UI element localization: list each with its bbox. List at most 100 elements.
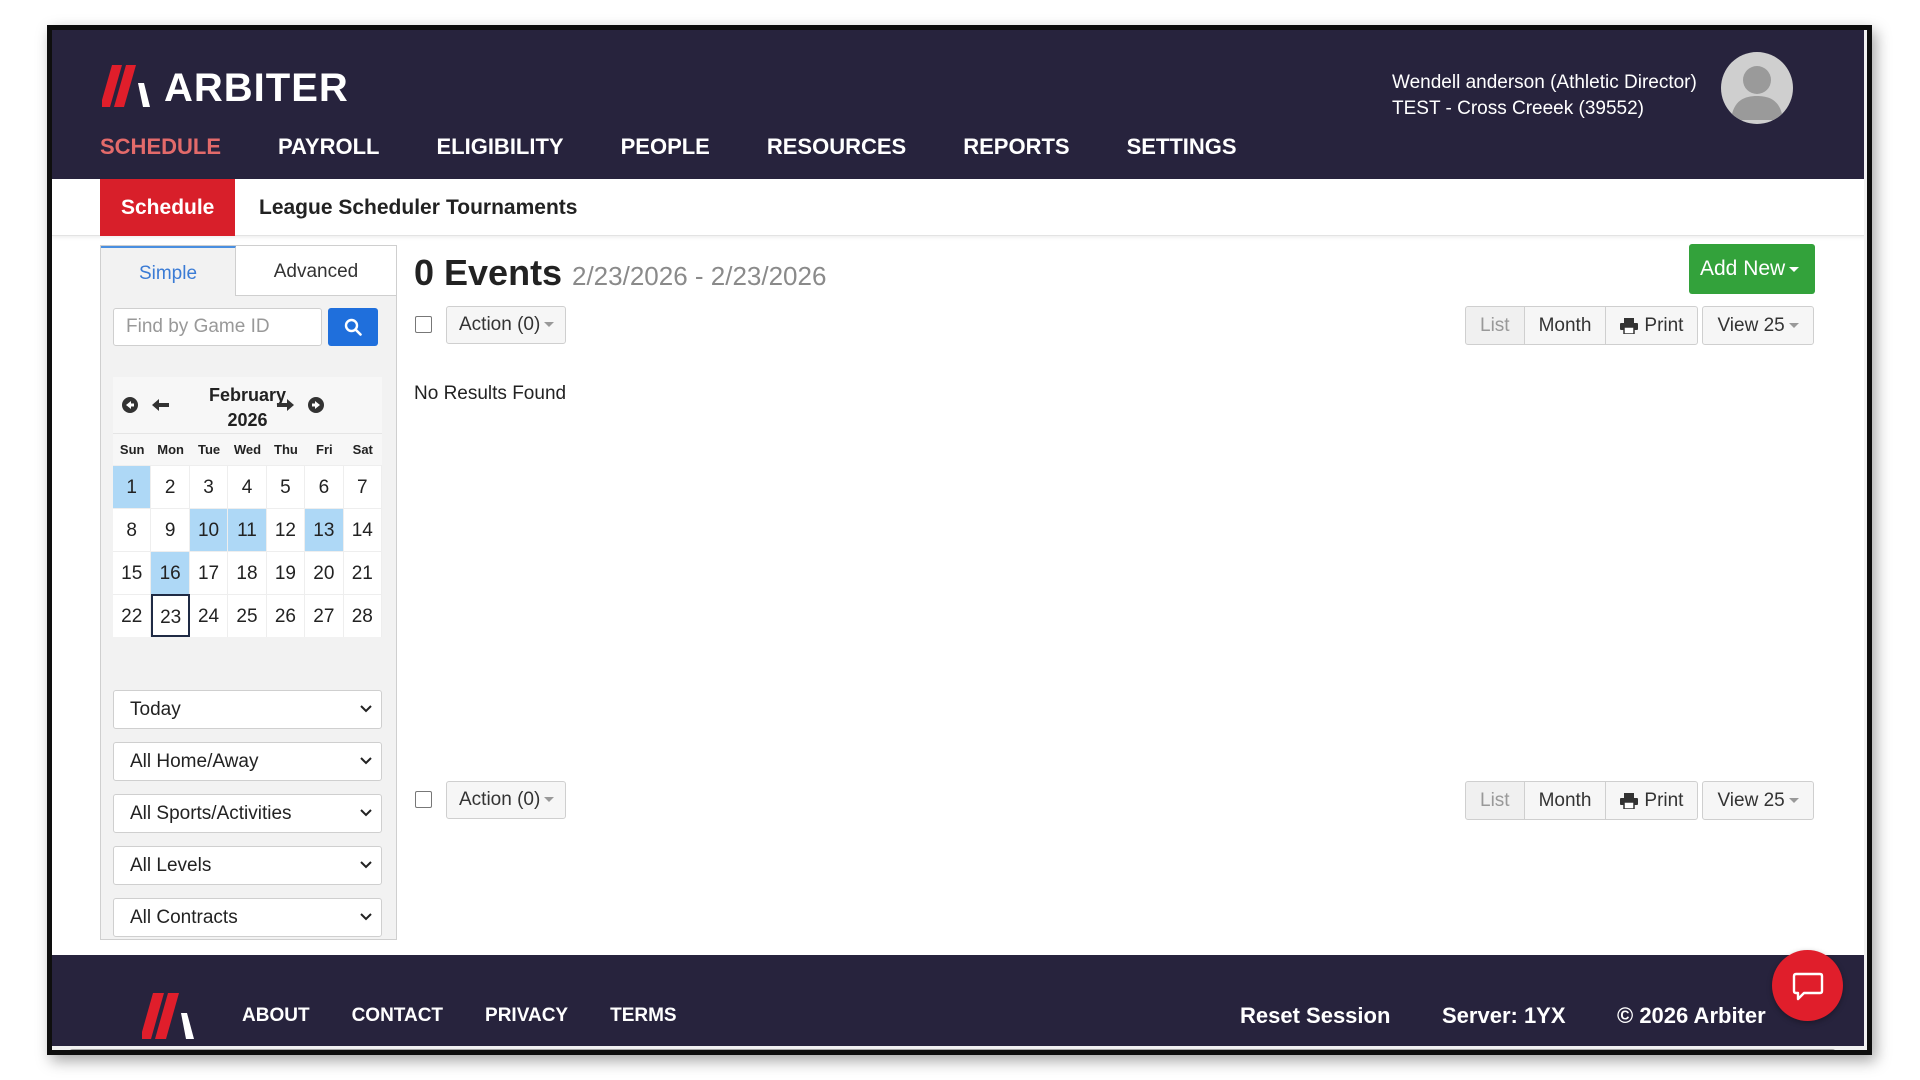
tab-advanced[interactable]: Advanced bbox=[236, 246, 396, 296]
footer-privacy-link[interactable]: PRIVACY bbox=[485, 1005, 568, 1027]
next-month-button[interactable] bbox=[271, 391, 299, 419]
calendar-day[interactable]: 27 bbox=[305, 594, 344, 637]
action-label: Action (0) bbox=[459, 789, 541, 810]
mini-calendar: February 2026 Sun Mon Tue Wed Thu Fri Sat 1 bbox=[113, 377, 382, 637]
action-dropdown-button[interactable]: Action (0) bbox=[446, 306, 566, 344]
horizontal-scrollbar[interactable] bbox=[52, 1046, 1864, 1050]
month-view-button[interactable]: Month bbox=[1523, 306, 1607, 345]
calendar-day[interactable]: 18 bbox=[228, 551, 267, 594]
calendar-year: 2026 bbox=[227, 410, 268, 430]
calendar-day[interactable]: 9 bbox=[151, 508, 190, 551]
copyright: © 2026 Arbiter bbox=[1617, 1003, 1766, 1028]
calendar-dow-label: Mon bbox=[151, 433, 190, 465]
calendar-day[interactable]: 10 bbox=[189, 508, 229, 551]
calendar-day[interactable]: 15 bbox=[113, 551, 152, 594]
calendar-day[interactable]: 8 bbox=[113, 508, 152, 551]
calendar-dow-label: Thu bbox=[266, 433, 306, 465]
arbiter-mark-icon bbox=[102, 64, 150, 107]
calendar-day[interactable]: 16 bbox=[151, 551, 190, 594]
view-toolbar-bottom: List Month Print View 25 bbox=[1465, 781, 1814, 820]
arbiter-mark-icon bbox=[142, 993, 194, 1039]
print-button[interactable]: Print bbox=[1605, 306, 1699, 345]
month-view-button[interactable]: Month bbox=[1523, 781, 1607, 820]
sports-value: All Sports/Activities bbox=[130, 803, 292, 824]
calendar-day[interactable]: 1 bbox=[113, 465, 152, 508]
calendar-day[interactable]: 14 bbox=[343, 508, 382, 551]
page-size-button[interactable]: View 25 bbox=[1702, 781, 1814, 820]
tab-tournaments[interactable]: Tournaments bbox=[425, 179, 598, 236]
calendar-day[interactable]: 5 bbox=[266, 465, 306, 508]
levels-select[interactable]: All Levels bbox=[113, 846, 382, 885]
print-button[interactable]: Print bbox=[1605, 781, 1699, 820]
calendar-day[interactable]: 23 bbox=[151, 594, 190, 637]
date-range-value: Today bbox=[130, 699, 181, 720]
calendar-day[interactable]: 26 bbox=[266, 594, 306, 637]
user-info[interactable]: Wendell anderson (Athletic Director) TES… bbox=[1392, 70, 1697, 122]
user-name: Wendell anderson (Athletic Director) bbox=[1392, 72, 1697, 93]
nav-resources[interactable]: RESOURCES bbox=[767, 134, 906, 160]
footer-links: ABOUT CONTACT PRIVACY TERMS bbox=[242, 1005, 719, 1027]
game-id-search-input[interactable] bbox=[113, 308, 322, 346]
calendar-day[interactable]: 11 bbox=[228, 508, 267, 551]
page-size-label: View 25 bbox=[1717, 315, 1785, 336]
contracts-value: All Contracts bbox=[130, 907, 238, 928]
calendar-day[interactable]: 20 bbox=[305, 551, 344, 594]
calendar-day[interactable]: 24 bbox=[189, 594, 229, 637]
action-dropdown-button-bottom[interactable]: Action (0) bbox=[446, 781, 566, 819]
print-label: Print bbox=[1644, 790, 1684, 811]
calendar-day[interactable]: 7 bbox=[343, 465, 382, 508]
nav-payroll[interactable]: PAYROLL bbox=[278, 134, 379, 160]
contracts-select[interactable]: All Contracts bbox=[113, 898, 382, 937]
chevron-down-icon bbox=[360, 809, 372, 817]
list-view-button[interactable]: List bbox=[1465, 306, 1525, 345]
footer-about-link[interactable]: ABOUT bbox=[242, 1005, 310, 1027]
vertical-scroll-thumb[interactable] bbox=[1867, 48, 1872, 1013]
tab-simple[interactable]: Simple bbox=[101, 246, 236, 296]
calendar-day[interactable]: 4 bbox=[228, 465, 267, 508]
list-view-button[interactable]: List bbox=[1465, 781, 1525, 820]
add-new-label: Add New bbox=[1700, 257, 1786, 280]
sports-select[interactable]: All Sports/Activities bbox=[113, 794, 382, 833]
horizontal-scroll-thumb[interactable] bbox=[69, 1049, 1836, 1050]
nav-people[interactable]: PEOPLE bbox=[621, 134, 710, 160]
date-range-select[interactable]: Today bbox=[113, 690, 382, 729]
search-button[interactable] bbox=[328, 308, 378, 346]
print-label: Print bbox=[1644, 315, 1684, 336]
vertical-scrollbar[interactable] bbox=[1864, 30, 1872, 1050]
server-label: Server: 1YX bbox=[1442, 1003, 1566, 1028]
caret-down-icon bbox=[544, 797, 555, 803]
calendar-day[interactable]: 25 bbox=[228, 594, 267, 637]
add-new-button[interactable]: Add New bbox=[1689, 244, 1815, 294]
footer-terms-link[interactable]: TERMS bbox=[610, 1005, 677, 1027]
calendar-day[interactable]: 12 bbox=[266, 508, 306, 551]
nav-schedule[interactable]: SCHEDULE bbox=[100, 134, 221, 160]
calendar-day[interactable]: 17 bbox=[189, 551, 229, 594]
reset-session-link[interactable]: Reset Session bbox=[1240, 1003, 1390, 1029]
arbiter-logo[interactable]: ARBITER bbox=[102, 60, 349, 111]
calendar-day[interactable]: 21 bbox=[343, 551, 382, 594]
select-all-checkbox-bottom[interactable] bbox=[415, 791, 432, 808]
calendar-dow-label: Sat bbox=[343, 433, 382, 465]
calendar-day[interactable]: 19 bbox=[266, 551, 306, 594]
footer-contact-link[interactable]: CONTACT bbox=[352, 1005, 443, 1027]
tab-schedule[interactable]: Schedule bbox=[100, 179, 236, 236]
page-size-button[interactable]: View 25 bbox=[1702, 306, 1814, 345]
avatar[interactable] bbox=[1721, 52, 1793, 124]
nav-eligibility[interactable]: ELIGIBILITY bbox=[436, 134, 563, 160]
top-header: ARBITER SCHEDULE PAYROLL ELIGIBILITY PEO… bbox=[52, 30, 1867, 179]
chat-button[interactable] bbox=[1772, 950, 1843, 1021]
calendar-day[interactable]: 3 bbox=[189, 465, 229, 508]
calendar-day[interactable]: 28 bbox=[343, 594, 382, 637]
calendar-day[interactable]: 6 bbox=[305, 465, 344, 508]
calendar-day[interactable]: 2 bbox=[151, 465, 190, 508]
calendar-day[interactable]: 13 bbox=[305, 508, 344, 551]
nav-settings[interactable]: SETTINGS bbox=[1127, 134, 1237, 160]
no-results-message: No Results Found bbox=[414, 383, 567, 404]
nav-reports[interactable]: REPORTS bbox=[963, 134, 1069, 160]
page-title: 0 Events bbox=[414, 252, 563, 293]
home-away-select[interactable]: All Home/Away bbox=[113, 742, 382, 781]
select-all-checkbox[interactable] bbox=[415, 316, 432, 333]
caret-down-icon bbox=[544, 322, 555, 328]
next-year-button[interactable] bbox=[302, 391, 330, 419]
calendar-day[interactable]: 22 bbox=[113, 594, 152, 637]
